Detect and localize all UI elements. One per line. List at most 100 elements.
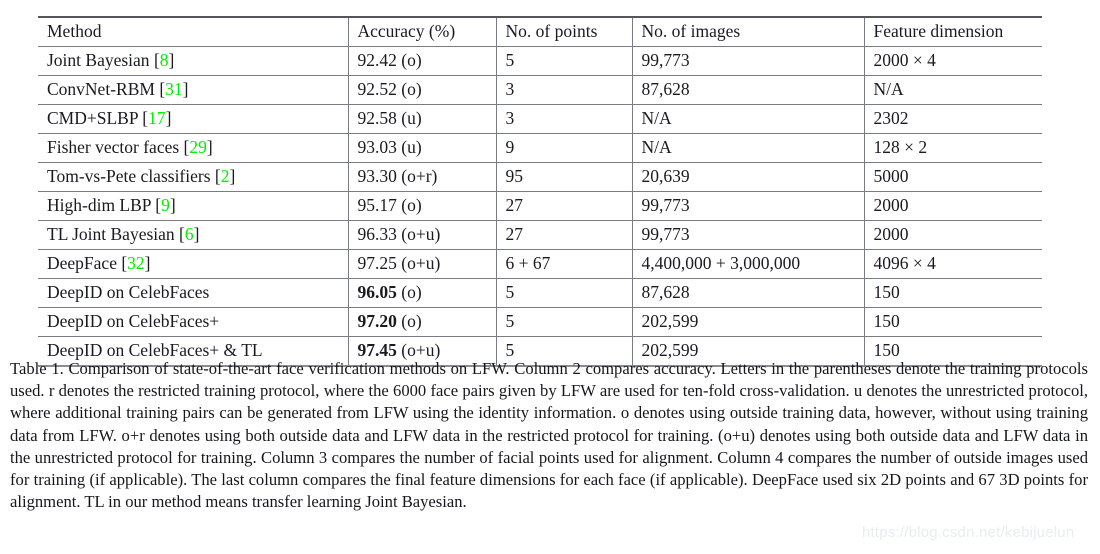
accuracy-value: 93.30	[357, 166, 397, 187]
cell-accuracy: 97.25 (o+u)	[347, 249, 496, 279]
table-row: ConvNet-RBM [31] 92.52 (o) 3 87,628 N/A	[38, 75, 1042, 105]
cell-accuracy: 93.30 (o+r)	[347, 162, 496, 192]
accuracy-protocol: (o)	[396, 195, 422, 216]
table-header-row: Method Accuracy (%) No. of points No. of…	[38, 16, 1042, 47]
accuracy-value: 92.42	[357, 50, 397, 71]
cell-no-of-points: 3	[495, 75, 632, 105]
citation-reference[interactable]: [31]	[155, 79, 188, 100]
method-name: DeepID on CelebFaces	[47, 282, 210, 303]
cell-no-of-images: 99,773	[631, 46, 864, 76]
column-header-method: Method	[38, 16, 348, 47]
cell-no-of-images: 202,599	[631, 307, 864, 337]
accuracy-value: 93.03	[357, 137, 397, 158]
accuracy-protocol: (o)	[396, 311, 422, 332]
citation-number: 9	[161, 195, 170, 216]
accuracy-value: 92.52	[357, 79, 397, 100]
citation-number: 31	[165, 79, 183, 100]
method-name: Fisher vector faces	[47, 137, 180, 158]
table-row: Tom-vs-Pete classifiers [2] 93.30 (o+r) 95…	[38, 162, 1042, 192]
table-row: DeepID on CelebFaces 96.05 (o) 5 87,628 150	[38, 278, 1042, 308]
column-header-accuracy: Accuracy (%)	[347, 16, 496, 47]
cell-feature-dimension: 128 × 2	[863, 133, 1042, 163]
citation-number: 8	[159, 50, 169, 71]
cell-no-of-points: 27	[495, 191, 632, 221]
cell-feature-dimension: 2302	[863, 104, 1042, 134]
cell-method: Fisher vector faces [29]	[38, 133, 348, 163]
citation-reference[interactable]: [9]	[151, 195, 175, 216]
cell-feature-dimension: 5000	[863, 162, 1042, 192]
cell-feature-dimension: 2000 × 4	[863, 46, 1042, 76]
method-name: TL Joint Bayesian	[47, 224, 175, 245]
table-row: TL Joint Bayesian [6] 96.33 (o+u) 27 99,773…	[38, 220, 1042, 250]
cell-no-of-points: 6 + 67	[495, 249, 632, 279]
table-caption: Table 1. Comparison of state-of-the-art …	[10, 358, 1088, 513]
citation-number: 6	[184, 224, 194, 245]
cell-feature-dimension: 150	[863, 278, 1042, 308]
cell-accuracy: 92.58 (u)	[347, 104, 496, 134]
cell-no-of-points: 3	[495, 104, 632, 134]
table-caption-text: Table 1. Comparison of state-of-the-art …	[10, 359, 1088, 512]
cell-no-of-points: 95	[495, 162, 632, 192]
cell-method: TL Joint Bayesian [6]	[38, 220, 348, 250]
accuracy-value: 97.20	[357, 311, 397, 332]
cell-no-of-points: 5	[495, 307, 632, 337]
accuracy-protocol: (o)	[396, 50, 422, 71]
citation-reference[interactable]: [6]	[175, 224, 199, 245]
cell-feature-dimension: 4096 × 4	[863, 249, 1042, 279]
table-row: DeepID on CelebFaces+ 97.20 (o) 5 202,599 15…	[38, 307, 1042, 337]
cell-no-of-images: 99,773	[631, 220, 864, 250]
citation-number: 2	[220, 166, 230, 187]
accuracy-protocol: (o+u)	[396, 224, 441, 245]
method-name: CMD+SLBP	[47, 108, 138, 129]
accuracy-value: 97.25	[357, 253, 397, 274]
table-row: Fisher vector faces [29] 93.03 (u) 9 N/A 128…	[38, 133, 1042, 163]
table-body: Joint Bayesian [8] 92.42 (o) 5 99,773 2000 ×…	[38, 46, 1042, 367]
cell-accuracy: 96.05 (o)	[347, 278, 496, 308]
method-name: DeepID on CelebFaces+	[47, 311, 220, 332]
table-row: DeepFace [32] 97.25 (o+u) 6 + 67 4,400,000 …	[38, 249, 1042, 279]
column-header-no-of-points: No. of points	[495, 16, 632, 47]
cell-no-of-images: 87,628	[631, 75, 864, 105]
cell-feature-dimension: N/A	[863, 75, 1042, 105]
cell-accuracy: 93.03 (u)	[347, 133, 496, 163]
citation-reference[interactable]: [8]	[150, 50, 174, 71]
accuracy-protocol: (o)	[396, 79, 422, 100]
cell-method: High-dim LBP [9]	[38, 191, 348, 221]
cell-no-of-points: 5	[495, 278, 632, 308]
cell-feature-dimension: 150	[863, 307, 1042, 337]
cell-accuracy: 97.20 (o)	[347, 307, 496, 337]
citation-reference[interactable]: [32]	[117, 253, 150, 273]
accuracy-protocol: (u)	[396, 137, 422, 158]
citation-number: 17	[148, 108, 166, 129]
cell-method: DeepFace [32]	[38, 249, 348, 279]
cell-no-of-images: 99,773	[631, 191, 864, 221]
cell-method: Tom-vs-Pete classifiers [2]	[38, 162, 348, 192]
cell-accuracy: 92.42 (o)	[347, 46, 496, 76]
cell-accuracy: 95.17 (o)	[347, 191, 496, 221]
cell-no-of-images: 87,628	[631, 278, 864, 308]
citation-reference[interactable]: [17]	[138, 108, 171, 129]
citation-reference[interactable]: [2]	[211, 166, 235, 187]
cell-feature-dimension: 2000	[863, 220, 1042, 250]
cell-accuracy: 92.52 (o)	[347, 75, 496, 105]
method-name: Tom-vs-Pete classifiers	[47, 166, 211, 187]
accuracy-value: 96.05	[357, 282, 397, 303]
comparison-table-region: Method Accuracy (%) No. of points No. of…	[38, 16, 1042, 367]
cell-method: ConvNet-RBM [31]	[38, 75, 348, 105]
accuracy-protocol: (o)	[396, 282, 422, 303]
column-header-no-of-images: No. of images	[631, 16, 864, 47]
accuracy-protocol: (o+u)	[396, 253, 441, 274]
method-name: ConvNet-RBM	[47, 79, 155, 100]
watermark-url: https://blog.csdn.net/kebijuelun	[862, 524, 1075, 541]
citation-reference[interactable]: [29]	[179, 137, 213, 157]
cell-method: CMD+SLBP [17]	[38, 104, 348, 134]
cell-no-of-images: 20,639	[631, 162, 864, 192]
cell-no-of-points: 27	[495, 220, 632, 250]
cell-no-of-points: 5	[495, 46, 632, 76]
column-header-feature-dimension: Feature dimension	[863, 16, 1042, 47]
cell-accuracy: 96.33 (o+u)	[347, 220, 496, 250]
table-row: High-dim LBP [9] 95.17 (o) 27 99,773 2000	[38, 191, 1042, 221]
accuracy-value: 96.33	[357, 224, 397, 245]
face-verification-comparison-table: Method Accuracy (%) No. of points No. of…	[38, 16, 1042, 367]
method-name: DeepFace	[47, 253, 117, 274]
